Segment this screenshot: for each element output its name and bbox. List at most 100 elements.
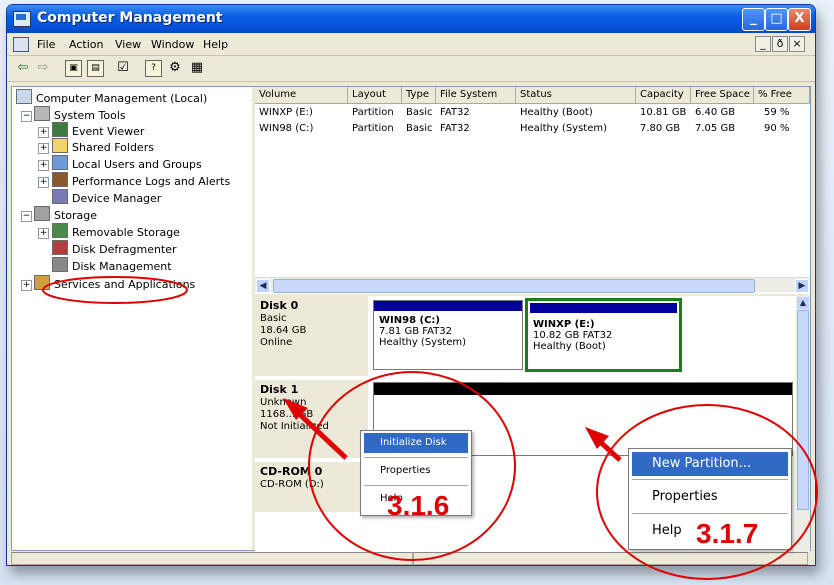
menu-window[interactable]: Window bbox=[151, 38, 194, 51]
tree-expand-removable-storage[interactable]: + bbox=[38, 228, 49, 239]
percent-free-cell: 90 % bbox=[764, 123, 790, 134]
scroll-thumb[interactable] bbox=[797, 310, 809, 510]
disk0-label[interactable]: Disk 0 Basic 18.64 GB Online bbox=[255, 296, 368, 376]
help-icon[interactable]: ? bbox=[145, 60, 162, 77]
volume-cell: WIN98 (C:) bbox=[259, 123, 314, 134]
partition-win98[interactable]: WIN98 (C:) 7.81 GB FAT32 Healthy (System… bbox=[373, 300, 523, 370]
free-space-cell: 6.40 GB bbox=[695, 107, 736, 118]
up-folder-icon[interactable]: ▣ bbox=[65, 60, 82, 77]
removable-storage-icon bbox=[52, 223, 68, 238]
cdrom-label[interactable]: CD-ROM 0 CD-ROM (D:) bbox=[255, 462, 368, 512]
properties-menu-item[interactable]: Properties bbox=[364, 461, 468, 481]
close-button[interactable]: X bbox=[788, 8, 811, 31]
show-hide-tree-icon[interactable]: ▤ bbox=[87, 60, 104, 77]
properties-menu-item[interactable]: Properties bbox=[632, 485, 788, 509]
disk-icon[interactable]: ▦ bbox=[189, 60, 205, 76]
tree-expand-performance-logs[interactable]: + bbox=[38, 177, 49, 188]
column-file-system[interactable]: File System bbox=[436, 87, 516, 103]
filesystem-cell: FAT32 bbox=[440, 123, 470, 134]
tree-expand-local-users[interactable]: + bbox=[38, 160, 49, 171]
mdi-controls: _ ð × bbox=[754, 36, 805, 52]
tree-item-performance-logs[interactable]: Performance Logs and Alerts bbox=[52, 172, 230, 189]
partition-winxp[interactable]: WINXP (E:) 10.82 GB FAT32 Healthy (Boot) bbox=[525, 298, 682, 372]
cdrom-name: CD-ROM 0 bbox=[260, 465, 323, 478]
column-percent-free[interactable]: % Free bbox=[754, 87, 810, 103]
mmc-icon[interactable] bbox=[13, 37, 29, 52]
computer-icon bbox=[16, 89, 32, 104]
cdrom-type: CD-ROM (D:) bbox=[260, 479, 324, 490]
properties-icon[interactable]: ☑ bbox=[115, 60, 131, 76]
maximize-button[interactable]: □ bbox=[765, 8, 788, 31]
menu-file[interactable]: File bbox=[37, 38, 55, 51]
vertical-scrollbar[interactable]: ▲ bbox=[796, 296, 810, 552]
tree-expand-event-viewer[interactable]: + bbox=[38, 127, 49, 138]
tree-item-computer-management[interactable]: Computer Management (Local) bbox=[16, 89, 207, 106]
tree-collapse-storage[interactable]: − bbox=[21, 211, 32, 222]
menu-view[interactable]: View bbox=[115, 38, 141, 51]
scroll-up-button[interactable]: ▲ bbox=[797, 297, 809, 309]
column-capacity[interactable]: Capacity bbox=[636, 87, 691, 103]
mdi-restore-button[interactable]: ð bbox=[772, 36, 788, 52]
tree-collapse-system-tools[interactable]: − bbox=[21, 111, 32, 122]
tree-item-shared-folders[interactable]: Shared Folders bbox=[52, 138, 154, 155]
tree-item-local-users-and-groups[interactable]: Local Users and Groups bbox=[52, 155, 202, 172]
type-cell: Basic bbox=[406, 123, 433, 134]
tree-item-system-tools[interactable]: System Tools bbox=[34, 106, 126, 123]
menu-separator bbox=[364, 457, 468, 458]
disk1-label[interactable]: Disk 1 Unknown 1168.…GB Not Initialized bbox=[255, 380, 368, 458]
unallocated-color-bar bbox=[374, 383, 792, 395]
back-arrow-icon[interactable]: ⇦ bbox=[15, 60, 31, 76]
column-layout[interactable]: Layout bbox=[348, 87, 402, 103]
scroll-thumb[interactable] bbox=[273, 279, 755, 293]
status-bar bbox=[11, 552, 809, 565]
table-row[interactable]: WINXP (E:) Partition Basic FAT32 Healthy… bbox=[255, 105, 810, 120]
scroll-right-button[interactable]: ▶ bbox=[795, 279, 809, 293]
status-pane bbox=[11, 552, 413, 565]
storage-icon bbox=[34, 206, 50, 221]
tree-item-disk-defragmenter[interactable]: Disk Defragmenter bbox=[52, 240, 177, 257]
menu-help[interactable]: Help bbox=[203, 38, 228, 51]
horizontal-scrollbar[interactable]: ◀ ▶ bbox=[255, 277, 810, 293]
tree-expand-shared-folders[interactable]: + bbox=[38, 143, 49, 154]
tools-icon bbox=[34, 106, 50, 121]
menu-action[interactable]: Action bbox=[69, 38, 103, 51]
column-type[interactable]: Type bbox=[402, 87, 436, 103]
window-title: Computer Management bbox=[37, 10, 223, 26]
tree-item-event-viewer[interactable]: Event Viewer bbox=[52, 122, 144, 139]
initialize-disk-menu-item[interactable]: Initialize Disk bbox=[364, 433, 468, 453]
new-partition-menu-item[interactable]: New Partition... bbox=[632, 452, 788, 476]
column-status[interactable]: Status bbox=[516, 87, 636, 103]
disk1-state: Not Initialized bbox=[260, 421, 329, 432]
tree-item-storage[interactable]: Storage bbox=[34, 206, 97, 223]
tree-item-removable-storage[interactable]: Removable Storage bbox=[52, 223, 180, 240]
tree-expand-services[interactable]: + bbox=[21, 280, 32, 291]
volume-list-header: Volume Layout Type File System Status Ca… bbox=[255, 87, 810, 104]
services-icon bbox=[34, 275, 50, 290]
tree-item-services-and-applications[interactable]: Services and Applications bbox=[34, 275, 195, 292]
performance-icon bbox=[52, 172, 68, 187]
disk1-name: Disk 1 bbox=[260, 383, 299, 396]
tree-item-device-manager[interactable]: Device Manager bbox=[52, 189, 161, 206]
table-row[interactable]: WIN98 (C:) Partition Basic FAT32 Healthy… bbox=[255, 121, 810, 136]
title-bar[interactable]: Computer Management _ □ X bbox=[7, 5, 815, 33]
minimize-button[interactable]: _ bbox=[742, 8, 765, 31]
scroll-left-button[interactable]: ◀ bbox=[256, 279, 270, 293]
disk1-type: Unknown bbox=[260, 397, 307, 408]
mdi-minimize-button[interactable]: _ bbox=[755, 36, 771, 52]
volume-cell: WINXP (E:) bbox=[259, 107, 313, 118]
mdi-close-button[interactable]: × bbox=[789, 36, 805, 52]
settings-icon[interactable]: ⚙ bbox=[167, 60, 183, 76]
disk1-size: 1168.…GB bbox=[260, 409, 314, 420]
partition-name: WIN98 (C:) bbox=[379, 315, 440, 326]
column-volume[interactable]: Volume bbox=[255, 87, 348, 103]
capacity-cell: 7.80 GB bbox=[640, 123, 681, 134]
status-pane bbox=[413, 552, 808, 565]
column-free-space[interactable]: Free Space bbox=[691, 87, 754, 103]
menu-separator bbox=[364, 485, 468, 486]
disk0-size: 18.64 GB bbox=[260, 325, 307, 336]
tree-item-disk-management[interactable]: Disk Management bbox=[52, 257, 172, 274]
menu-separator bbox=[632, 479, 788, 480]
forward-arrow-icon[interactable]: ⇨ bbox=[35, 60, 51, 76]
partition-status: Healthy (System) bbox=[379, 337, 467, 348]
layout-cell: Partition bbox=[352, 107, 394, 118]
